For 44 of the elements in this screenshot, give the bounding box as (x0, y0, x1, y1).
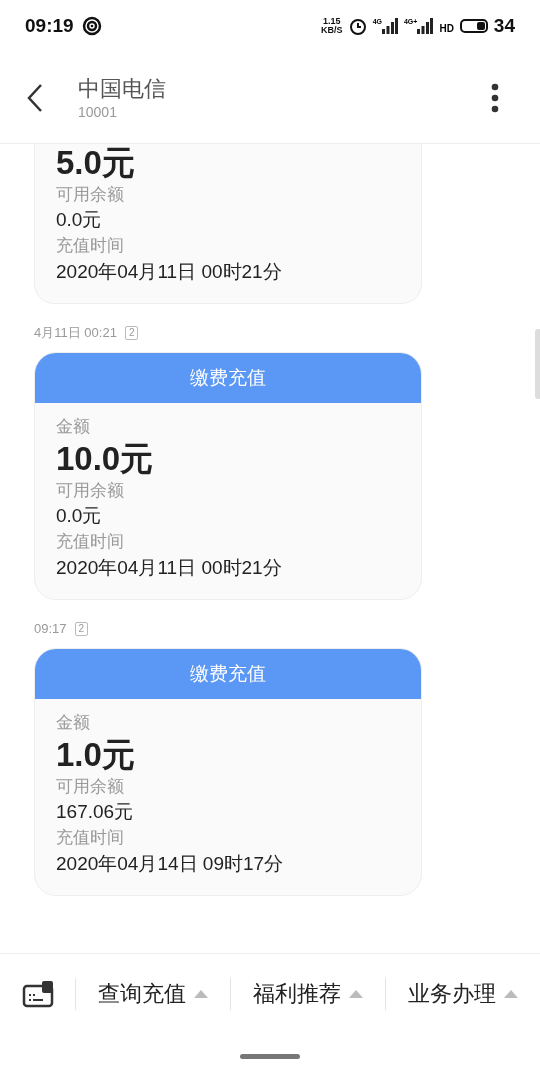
time-label: 充值时间 (56, 235, 124, 257)
amount-label: 金额 (56, 712, 90, 734)
contact-name: 中国电信 (78, 74, 167, 103)
more-icon (491, 82, 499, 113)
menu-button[interactable]: 查询充值 (76, 965, 230, 1022)
balance-label: 可用余额 (56, 184, 124, 206)
card-header: 缴费充值 (35, 649, 421, 699)
time-label: 充值时间 (56, 531, 124, 553)
back-icon (25, 82, 45, 113)
time-value: 2020年04月11日 00时21分 (56, 260, 282, 284)
clock-time: 09:19 (25, 13, 74, 38)
hd-voice-icon: HD (439, 18, 454, 34)
scrollbar (535, 329, 540, 399)
caret-icon (349, 989, 363, 998)
sim-icon: 2 (124, 326, 139, 340)
caret-icon (504, 989, 518, 998)
balance-value: 0.0元 (56, 504, 102, 528)
battery-percent: 34 (493, 13, 515, 38)
amount-value: 5.0元 (56, 144, 135, 183)
hotspot-icon (81, 16, 102, 36)
message-time: 09:17 (34, 620, 67, 639)
contact-number: 10001 (78, 102, 118, 121)
message-time: 4月11日 00:21 (34, 324, 117, 343)
menu-button[interactable]: 福利推荐 (231, 965, 385, 1022)
balance-label: 可用余额 (56, 480, 124, 502)
sim-icon: 2 (74, 622, 89, 636)
amount-label: 金额 (56, 416, 90, 438)
balance-label: 可用余额 (56, 776, 124, 798)
signal-icon (381, 18, 398, 34)
balance-value: 0.0元 (56, 208, 102, 232)
network-speed: 1.15 KB/S (321, 17, 343, 35)
time-label: 充值时间 (56, 827, 124, 849)
time-value: 2020年04月11日 00时21分 (56, 556, 282, 580)
alarm-icon (348, 17, 367, 35)
menu-button[interactable]: 业务办理 (386, 965, 540, 1022)
signal-icon (417, 18, 434, 34)
time-value: 2020年04月14日 09时17分 (56, 852, 284, 876)
caret-icon (194, 989, 208, 998)
balance-value: 167.06元 (56, 800, 134, 824)
card-header: 缴费充值 (35, 353, 421, 403)
amount-value: 1.0元 (56, 735, 135, 775)
keyboard-icon (21, 979, 54, 1008)
battery-icon (459, 19, 488, 33)
amount-value: 10.0元 (56, 439, 154, 479)
